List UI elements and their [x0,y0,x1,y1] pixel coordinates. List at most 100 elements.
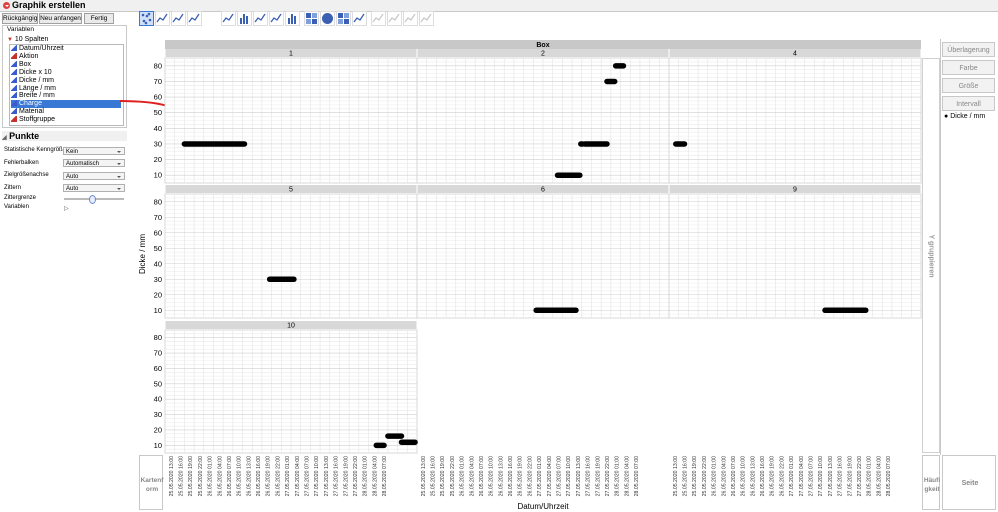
x-tick-label: 27.05.2020 19:00 [595,456,601,497]
right-panel-button[interactable]: Intervall [942,96,995,111]
x-tick-label: 25.05.2020 19:00 [692,456,698,497]
x-tick-label: 27.05.2020 04:00 [799,456,805,497]
right-panel-button[interactable]: Größe [942,78,995,93]
x-tick-label: 26.05.2020 01:00 [460,456,466,497]
y-tick-label: 80 [154,197,162,206]
y-tick-label: 70 [154,349,162,358]
legend: ● Dicke / mm [944,113,985,120]
panel-title: 4 [793,51,797,58]
x-tick-label: 26.05.2020 07:00 [731,456,737,497]
y-tick-label: 10 [154,441,162,450]
x-tick-label: 28.05.2020 04:00 [876,456,882,497]
y-tick-label: 30 [154,275,162,284]
y-tick-label: 80 [154,333,162,342]
x-tick-label: 26.05.2020 16:00 [760,456,766,497]
x-tick-label: 27.05.2020 13:00 [576,456,582,497]
page-drop-zone[interactable]: Seite [942,455,996,510]
y-tick-label: 30 [154,139,162,148]
y-tick-label: 70 [154,77,162,86]
group-y-label: Y gruppieren [927,233,935,278]
y-tick-label: 50 [154,244,162,253]
x-tick-label: 27.05.2020 16:00 [586,456,592,497]
x-tick-label: 26.05.2020 13:00 [498,456,504,497]
x-tick-label: 26.05.2020 04:00 [217,456,223,497]
panel-title: 9 [793,187,797,194]
y-axis-label: Dicke / mm [138,234,147,274]
x-tick-label: 25.05.2020 13:00 [421,456,427,497]
x-tick-label: 26.05.2020 19:00 [266,456,272,497]
x-tick-label: 28.05.2020 07:00 [382,456,388,497]
x-tick-label: 27.05.2020 10:00 [566,456,572,497]
page-label: Seite [961,480,979,487]
x-axis-label: Datum/Uhrzeit [517,502,569,511]
y-tick-label: 80 [154,61,162,70]
x-tick-label: 25.05.2020 19:00 [188,456,194,497]
y-tick-label: 20 [154,290,162,299]
y-tick-label: 40 [154,395,162,404]
x-tick-label: 26.05.2020 16:00 [256,456,262,497]
x-tick-label: 25.05.2020 19:00 [440,456,446,497]
panel-title: 2 [541,51,545,58]
x-tick-label: 28.05.2020 04:00 [624,456,630,497]
x-tick-label: 26.05.2020 19:00 [770,456,776,497]
x-tick-label: 28.05.2020 07:00 [634,456,640,497]
x-tick-label: 27.05.2020 01:00 [285,456,291,497]
panel-title: 6 [541,187,545,194]
x-tick-label: 25.05.2020 13:00 [673,456,679,497]
x-tick-label: 26.05.2020 16:00 [508,456,514,497]
y-tick-label: 40 [154,124,162,133]
x-tick-label: 26.05.2020 04:00 [469,456,475,497]
x-tick-label: 25.05.2020 22:00 [198,456,204,497]
x-tick-label: 26.05.2020 13:00 [750,456,756,497]
y-tick-label: 40 [154,259,162,268]
x-tick-label: 28.05.2020 07:00 [886,456,892,497]
x-tick-label: 28.05.2020 01:00 [615,456,621,497]
x-tick-label: 27.05.2020 01:00 [789,456,795,497]
legend-label: Dicke / mm [950,113,986,120]
y-tick-label: 70 [154,213,162,222]
x-tick-label: 27.05.2020 13:00 [324,456,330,497]
frequency-drop-zone[interactable]: Häufigkeit [922,455,940,510]
x-tick-label: 25.05.2020 13:00 [169,456,175,497]
y-tick-label: 10 [154,171,162,180]
x-tick-label: 27.05.2020 04:00 [547,456,553,497]
x-tick-label: 27.05.2020 13:00 [828,456,834,497]
frequency-label: Häufigkeit [923,477,941,493]
x-tick-label: 28.05.2020 04:00 [372,456,378,497]
x-tick-label: 27.05.2020 22:00 [605,456,611,497]
y-tick-label: 60 [154,228,162,237]
x-tick-label: 26.05.2020 07:00 [227,456,233,497]
x-tick-label: 26.05.2020 10:00 [741,456,747,497]
x-tick-label: 26.05.2020 10:00 [237,456,243,497]
x-tick-label: 26.05.2020 19:00 [518,456,524,497]
x-tick-label: 27.05.2020 10:00 [818,456,824,497]
y-tick-label: 20 [154,155,162,164]
right-panel-button[interactable]: Farbe [942,60,995,75]
x-tick-label: 26.05.2020 13:00 [246,456,252,497]
x-tick-label: 26.05.2020 04:00 [721,456,727,497]
chart-area[interactable]: Box Dicke / mm Datum/Uhrzeit 1 10 20 30 40 50 60 7… [0,0,998,512]
x-tick-label: 26.05.2020 22:00 [275,456,281,497]
x-tick-label: 27.05.2020 19:00 [343,456,349,497]
x-tick-label: 25.05.2020 16:00 [179,456,185,497]
wrap-drop-zone[interactable]: Kartenform [139,455,163,510]
x-tick-label: 28.05.2020 01:00 [363,456,369,497]
x-tick-label: 27.05.2020 22:00 [857,456,863,497]
panel-title: 10 [287,323,295,330]
x-tick-label: 27.05.2020 04:00 [295,456,301,497]
x-tick-label: 27.05.2020 01:00 [537,456,543,497]
x-tick-label: 27.05.2020 07:00 [557,456,563,497]
group-y-drop-zone[interactable]: Y gruppieren [922,58,940,453]
x-tick-label: 25.05.2020 16:00 [431,456,437,497]
right-panel-button[interactable]: Überlagerung [942,42,995,57]
legend-marker-icon: ● [944,113,949,120]
y-tick-label: 50 [154,379,162,388]
x-tick-label: 27.05.2020 16:00 [334,456,340,497]
panel-title: 1 [289,51,293,58]
y-tick-label: 20 [154,425,162,434]
x-tick-label: 28.05.2020 01:00 [867,456,873,497]
y-tick-label: 50 [154,108,162,117]
wrap-label: Kartenform [140,477,164,493]
y-tick-label: 30 [154,410,162,419]
x-tick-label: 26.05.2020 01:00 [712,456,718,497]
